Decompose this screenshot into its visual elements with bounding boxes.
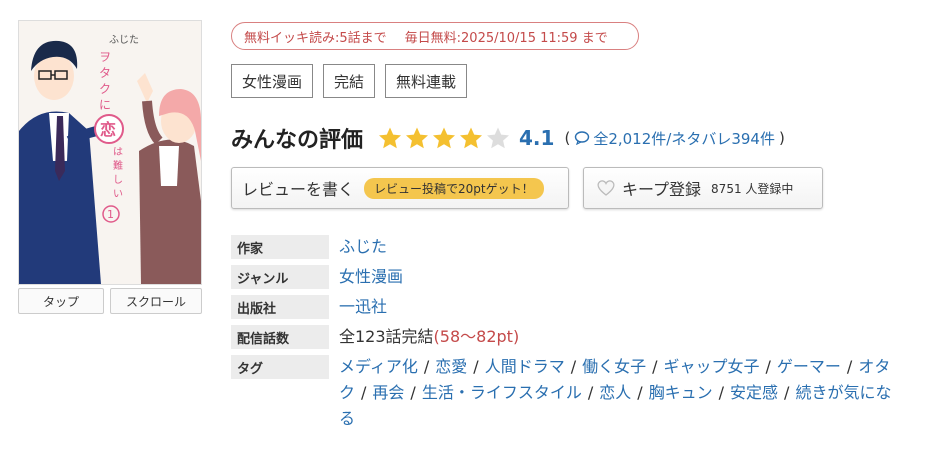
episodes-count: 全123話完結 (339, 327, 434, 346)
tag-genre[interactable]: 女性漫画 (231, 64, 314, 98)
svg-text:ヲ: ヲ (99, 50, 111, 64)
free-reading-banner: 無料イッキ読み:5話まで 毎日無料:2025/10/15 11:59 まで (231, 22, 639, 50)
star-icon (458, 126, 484, 150)
episodes-key: 配信話数 (231, 325, 329, 349)
publisher-link[interactable]: 一迅社 (339, 295, 387, 319)
star-icon (377, 126, 403, 150)
tag-separator: / (423, 357, 430, 376)
action-buttons: レビューを書く レビュー投稿で20ptゲット！ キープ登録 8751 人登録中 (231, 167, 823, 209)
rating-stars (377, 126, 511, 150)
info-row-tags: タグ メディア化 / 恋愛 / 人間ドラマ / 働く女子 / ギャップ女子 / ゲーマー / オタク / 再… (231, 355, 899, 432)
tag-free-serial[interactable]: 無料連載 (385, 64, 468, 98)
write-review-label: レビューを書く (242, 180, 355, 199)
info-row-episodes: 配信話数 全123話完結(58～82pt) (231, 325, 899, 349)
tag-link[interactable]: 人間ドラマ (485, 357, 565, 376)
author-key: 作家 (231, 235, 329, 259)
star-icon (485, 126, 511, 150)
tag-list: メディア化 / 恋愛 / 人間ドラマ / 働く女子 / ギャップ女子 / ゲーマー / オタク / 再会 / 生… (339, 354, 899, 432)
genre-key: ジャンル (231, 265, 329, 289)
tag-separator: / (570, 357, 577, 376)
tags-key: タグ (231, 355, 329, 379)
publisher-key: 出版社 (231, 295, 329, 319)
tap-mode-button[interactable]: タップ (18, 288, 104, 314)
tag-link[interactable]: 恋人 (599, 383, 631, 402)
tag-link[interactable]: 再会 (372, 383, 404, 402)
svg-text:ク: ク (99, 82, 111, 96)
tag-separator: / (361, 383, 367, 402)
tag-separator: / (587, 383, 594, 402)
star-icon (431, 126, 457, 150)
binge-free-text: 無料イッキ読み:5話まで (244, 30, 387, 46)
genre-link[interactable]: 女性漫画 (339, 265, 403, 289)
author-link[interactable]: ふじた (339, 235, 387, 259)
tag-completed[interactable]: 完結 (323, 64, 376, 98)
tag-link[interactable]: ゲーマー (777, 357, 841, 376)
tag-separator: / (784, 383, 790, 402)
svg-text:1: 1 (107, 208, 114, 221)
tag-link[interactable]: 生活・ライフスタイル (422, 383, 582, 402)
keep-label: キープ登録 (622, 180, 702, 199)
tag-separator: / (637, 383, 643, 402)
tag-separator: / (652, 357, 658, 376)
tag-separator: / (718, 383, 725, 402)
spoiler-count: /ネタバレ394件 (666, 129, 775, 148)
episodes-value: 全123話完結(58～82pt) (339, 325, 519, 349)
episodes-price: (58～82pt) (433, 327, 520, 346)
cover-image[interactable]: ふじた ヲ タ ク に 恋 は 難 し い 1 (18, 20, 202, 285)
info-table: 作家 ふじた ジャンル 女性漫画 出版社 一迅社 配信話数 全123話完結(58… (231, 235, 899, 438)
tag-link[interactable]: ギャップ女子 (664, 357, 760, 376)
tag-separator: / (473, 357, 479, 376)
paren-close: ) (778, 129, 785, 147)
keep-button[interactable]: キープ登録 8751 人登録中 (583, 167, 823, 209)
review-reward-badge: レビュー投稿で20ptゲット！ (364, 177, 544, 199)
tag-link[interactable]: 安定感 (730, 383, 778, 402)
rating-score: 4.1 (519, 126, 555, 150)
info-row-genre: ジャンル 女性漫画 (231, 265, 899, 289)
svg-text:い: い (113, 189, 123, 200)
category-tags: 女性漫画 完結 無料連載 (231, 64, 468, 98)
star-icon (404, 126, 430, 150)
svg-text:恋: 恋 (100, 120, 116, 139)
svg-text:ふじた: ふじた (109, 34, 139, 46)
view-mode-buttons: タップ スクロール (18, 288, 202, 314)
tag-link[interactable]: 胸キュン (649, 383, 713, 402)
tag-separator: / (846, 357, 853, 376)
rating-section: みんなの評価 4.1 ( 全2,012件 /ネタバレ394件 ) (231, 120, 789, 156)
keep-count: 8751 人登録中 (711, 181, 794, 196)
tag-link[interactable]: 恋愛 (435, 357, 467, 376)
tag-separator: / (765, 357, 771, 376)
tag-link[interactable]: 働く女子 (582, 357, 646, 376)
review-total: 全2,012件 (593, 129, 667, 148)
heart-icon (596, 179, 616, 197)
svg-text:し: し (113, 174, 123, 186)
svg-text:に: に (99, 98, 111, 112)
info-row-author: 作家 ふじた (231, 235, 899, 259)
paren-open: ( (564, 129, 571, 147)
comment-icon (574, 131, 590, 145)
tag-link[interactable]: メディア化 (339, 357, 418, 376)
rating-title: みんなの評価 (231, 128, 364, 153)
info-row-publisher: 出版社 一迅社 (231, 295, 899, 319)
review-count-link[interactable]: ( 全2,012件 /ネタバレ394件 ) (560, 128, 788, 149)
svg-text:難: 難 (113, 159, 123, 172)
svg-text:は: は (113, 146, 123, 158)
tag-separator: / (410, 383, 416, 402)
daily-free-text: 毎日無料:2025/10/15 11:59 まで (404, 30, 608, 46)
write-review-button[interactable]: レビューを書く レビュー投稿で20ptゲット！ (231, 167, 569, 209)
scroll-mode-button[interactable]: スクロール (110, 288, 202, 314)
svg-text:タ: タ (99, 66, 111, 80)
